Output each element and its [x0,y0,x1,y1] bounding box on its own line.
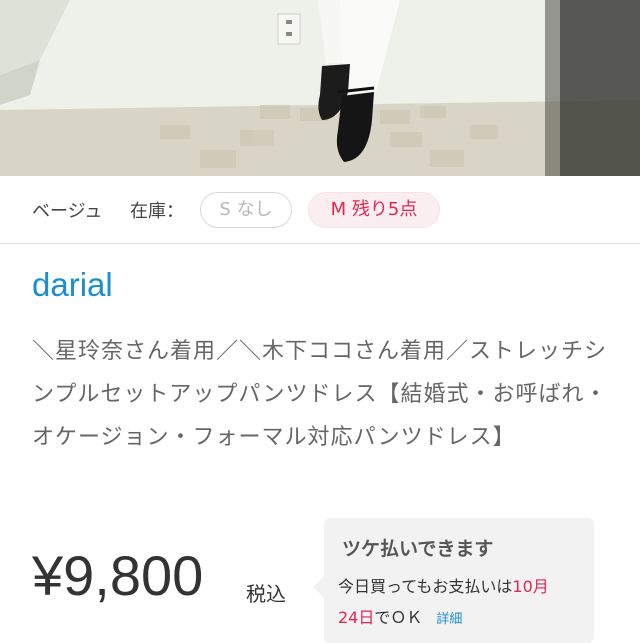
price: ¥9,800 [32,544,204,607]
size-chip-m[interactable]: M 残り5点 [308,192,440,228]
pay-later-box: ツケ払いできます 今日買ってもお支払いは10月 24日でＯＫ 詳細 [313,518,594,643]
stock-label: 在庫： [130,201,184,222]
detail-link[interactable]: 詳細 [436,612,462,627]
pay-later-title: ツケ払いできます [342,538,494,560]
pay-later-suffix: でＯＫ [374,608,423,627]
product-photo [0,0,640,176]
pay-later-day: 24日 [338,608,375,627]
tax-label: 税込 [246,582,286,606]
size-chip-s[interactable]: S なし [200,192,292,228]
product-title: ＼星玲奈さん着用／＼木下ココさん着用／ストレッチシンプルセットアップパンツドレス… [32,339,608,450]
pay-later-month: 10月 [512,577,549,596]
pay-later-text-line1: 今日買ってもお支払いは10月 [338,573,549,597]
pay-later-prefix: 今日買ってもお支払いは [338,577,513,596]
color-label: ベージュ [32,201,103,222]
pay-later-text-line2: 24日でＯＫ 詳細 [338,604,462,628]
brand-link[interactable]: darial [32,266,113,304]
stock-row: ベージュ 在庫： S なし M 残り5点 [0,176,640,244]
